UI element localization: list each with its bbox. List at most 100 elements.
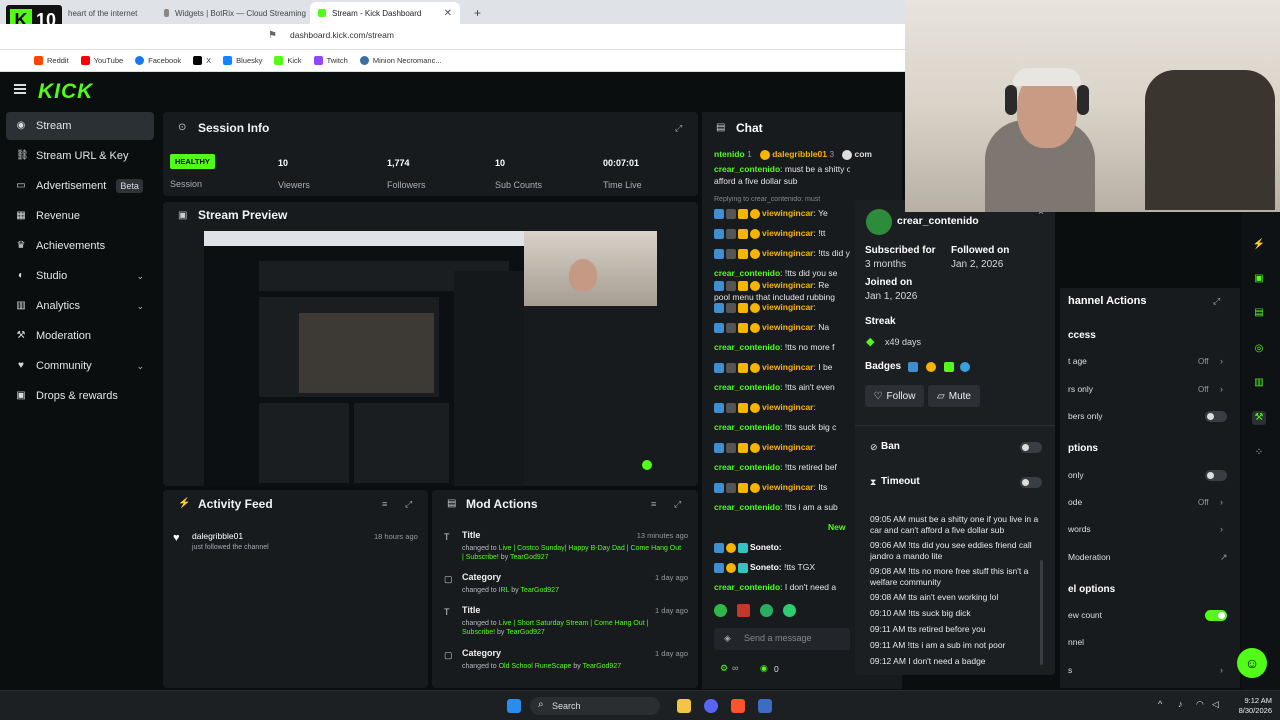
chat-user[interactable]: viewingincar: [762, 208, 814, 218]
sidebar-item-advertisement[interactable]: ▭ Advertisement Beta: [6, 172, 154, 200]
activity-user[interactable]: dalegribble01: [192, 531, 243, 541]
filter-icon[interactable]: ≡: [651, 499, 656, 509]
chat-user[interactable]: crear_contenido: [714, 268, 780, 278]
help-chat-button[interactable]: ☺: [1237, 648, 1267, 678]
filter-icon[interactable]: ≡: [382, 499, 387, 509]
chevron-right-icon[interactable]: ›: [1220, 356, 1223, 366]
wifi-icon[interactable]: ◠: [1196, 699, 1204, 710]
ban-toggle[interactable]: [1020, 442, 1042, 453]
tray-chevron-icon[interactable]: ^: [1158, 699, 1162, 709]
tab-kick-dashboard[interactable]: Stream - Kick Dashboard ✕: [310, 2, 460, 24]
channel-action-label[interactable]: s: [1068, 665, 1072, 675]
external-link-icon[interactable]: ↗: [1220, 552, 1228, 563]
bolt-icon[interactable]: ⚡: [1252, 238, 1266, 252]
taskbar-search[interactable]: Search: [530, 697, 660, 715]
mute-button[interactable]: ▱ Mute: [928, 385, 980, 407]
detail-who[interactable]: TearGod927: [510, 554, 549, 561]
channel-action-toggle[interactable]: [1205, 610, 1227, 621]
sidebar-item-moderation[interactable]: ⚒ Moderation: [6, 322, 154, 350]
layout-icon[interactable]: ▣: [1252, 272, 1266, 286]
channel-action-label[interactable]: only: [1068, 470, 1084, 480]
chat-user[interactable]: crear_contenido: [714, 422, 780, 432]
chat-user[interactable]: crear_contenido: [714, 502, 780, 512]
tab-botrix[interactable]: Widgets | BotRix — Cloud Streaming: [156, 2, 306, 24]
popup-username[interactable]: crear_contenido: [897, 215, 979, 227]
channel-action-label[interactable]: t age: [1068, 356, 1087, 366]
bookmark-star-icon[interactable]: ⚑: [268, 30, 277, 41]
expand-icon[interactable]: ⤢: [674, 499, 681, 510]
bookmark-bluesky[interactable]: Bluesky: [223, 56, 262, 65]
chat-user[interactable]: viewingincar: [762, 322, 814, 332]
pinned-user[interactable]: com: [854, 149, 871, 159]
pinned-user[interactable]: dalegribble01: [772, 149, 827, 159]
bookmark-minion[interactable]: Minion Necromanc...: [359, 56, 442, 65]
channel-action-label[interactable]: nnel: [1068, 637, 1084, 647]
save-icon[interactable]: ▥: [1252, 376, 1266, 390]
discord-icon[interactable]: [704, 699, 718, 713]
channel-action-label[interactable]: bers only: [1068, 411, 1103, 421]
chat-user[interactable]: crear_contenido: [714, 382, 780, 392]
url-field[interactable]: dashboard.kick.com/stream: [290, 30, 394, 40]
chevron-right-icon[interactable]: ›: [1220, 384, 1223, 394]
chat-user[interactable]: crear_contenido: [714, 342, 780, 352]
channel-action-toggle[interactable]: [1205, 470, 1227, 481]
chat-user[interactable]: viewingincar: [762, 280, 814, 290]
detail-who[interactable]: TearGod927: [520, 587, 559, 594]
new-messages-indicator[interactable]: New: [828, 522, 845, 532]
chevron-right-icon[interactable]: ›: [1220, 665, 1223, 675]
settings-icon[interactable]: ⚙: [720, 663, 728, 674]
chat-user[interactable]: Soneto:: [750, 562, 782, 572]
detail-who[interactable]: TearGod927: [583, 663, 622, 670]
bookmark-youtube[interactable]: YouTube: [80, 56, 123, 65]
mic-icon[interactable]: ♪: [1178, 699, 1183, 709]
sidebar-item-achievements[interactable]: ♛ Achievements: [6, 232, 154, 260]
channel-action-label[interactable]: ode: [1068, 497, 1082, 507]
pinned-user[interactable]: ntenido: [714, 149, 745, 159]
channel-action-toggle[interactable]: [1205, 411, 1227, 422]
stream-video-preview[interactable]: [204, 231, 657, 486]
chat-user[interactable]: viewingincar: [762, 402, 814, 412]
channel-action-label[interactable]: rs only: [1068, 384, 1093, 394]
expand-icon[interactable]: ⤢: [1213, 296, 1220, 307]
chat-toggle-icon[interactable]: ▤: [1252, 306, 1266, 320]
sidebar-item-community[interactable]: ♥ Community ⌄: [6, 352, 154, 380]
bookmark-twitch[interactable]: Twitch: [313, 56, 348, 65]
bookmark-kick[interactable]: Kick: [274, 56, 302, 65]
record-icon[interactable]: ◎: [1252, 342, 1266, 356]
emote-icon[interactable]: [737, 604, 750, 617]
sidebar-item-stream-url[interactable]: ⛓ Stream URL & Key: [6, 142, 154, 170]
channel-action-label[interactable]: words: [1068, 524, 1091, 534]
emote-icon[interactable]: [783, 604, 796, 617]
clock[interactable]: 9:12 AM 8/30/2026: [1239, 696, 1272, 716]
chat-user[interactable]: viewingincar: [762, 228, 814, 238]
expand-icon[interactable]: ⤢: [675, 123, 682, 134]
more-icon[interactable]: ⁘: [1252, 446, 1266, 460]
emote-icon[interactable]: [714, 604, 727, 617]
chat-input[interactable]: Send a message: [714, 628, 850, 650]
bookmark-x[interactable]: X: [193, 56, 211, 65]
chat-user[interactable]: Soneto:: [750, 542, 782, 552]
chevron-right-icon[interactable]: ›: [1220, 524, 1223, 534]
new-tab-button[interactable]: +: [466, 2, 486, 24]
bookmark-facebook[interactable]: Facebook: [135, 56, 181, 65]
channel-action-label[interactable]: ew count: [1068, 610, 1102, 620]
timeout-toggle[interactable]: [1020, 477, 1042, 488]
sidebar-item-analytics[interactable]: ▥ Analytics ⌄: [6, 292, 154, 320]
tool-icon[interactable]: ⚒: [1252, 411, 1266, 425]
brave-icon[interactable]: [731, 699, 745, 713]
chat-user[interactable]: viewingincar: [762, 442, 814, 452]
tab-reddit[interactable]: heart of the internet: [60, 2, 156, 24]
close-tab-icon[interactable]: ✕: [444, 8, 452, 19]
app-icon[interactable]: [758, 699, 772, 713]
chevron-right-icon[interactable]: ›: [1220, 497, 1223, 507]
chat-user[interactable]: crear_contenido: [714, 164, 780, 174]
bookmark-reddit[interactable]: Reddit: [34, 56, 69, 65]
channel-action-label[interactable]: Moderation: [1068, 552, 1111, 562]
chat-user[interactable]: viewingincar: [762, 482, 814, 492]
emote-icon[interactable]: [760, 604, 773, 617]
menu-icon[interactable]: [14, 84, 26, 94]
sidebar-item-studio[interactable]: ◐ Studio ⌄: [6, 262, 154, 290]
chat-user[interactable]: crear_contenido: [714, 462, 780, 472]
file-explorer-icon[interactable]: [677, 699, 691, 713]
windows-start-icon[interactable]: [507, 699, 521, 713]
